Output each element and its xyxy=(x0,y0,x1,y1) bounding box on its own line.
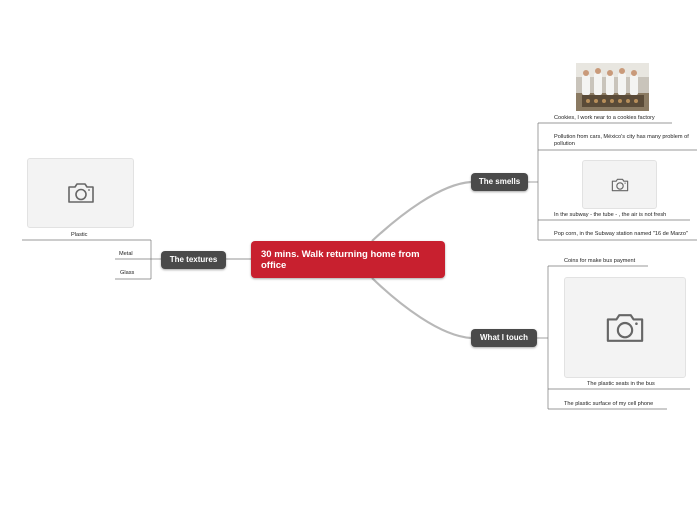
central-topic[interactable]: 30 mins. Walk returning home from office xyxy=(251,241,445,278)
subtopic-plastic[interactable]: Plastic xyxy=(71,232,87,239)
subtopic-coins[interactable]: Coins for make bus payment xyxy=(564,258,635,265)
camera-icon xyxy=(611,178,628,191)
cookies-factory-photo xyxy=(576,63,649,111)
branch-textures[interactable]: The textures xyxy=(161,251,226,269)
branch-smells-label: The smells xyxy=(478,177,521,186)
subtopic-pollution[interactable]: Pollution from cars, México's city has m… xyxy=(554,134,697,148)
subtopic-cookies[interactable]: Cookies, I work near to a cookies factor… xyxy=(554,115,655,122)
connector-touch xyxy=(371,277,472,340)
connector-smells xyxy=(371,180,472,242)
branch-textures-label: The textures xyxy=(169,255,218,264)
subway-image-placeholder xyxy=(582,160,657,209)
plastic-image-placeholder xyxy=(27,158,134,228)
factory-photo-image xyxy=(576,63,649,111)
subtopic-glass[interactable]: Glass xyxy=(120,270,134,277)
branch-smells[interactable]: The smells xyxy=(471,173,528,191)
subtopic-subway-air[interactable]: In the subway - the tube - , the air is … xyxy=(554,212,666,219)
branch-what-i-touch[interactable]: What I touch xyxy=(471,329,537,347)
textures-bracket xyxy=(22,239,161,280)
bus-seats-image-placeholder xyxy=(564,277,686,378)
camera-icon xyxy=(606,313,644,342)
camera-icon xyxy=(67,183,94,203)
subtopic-metal[interactable]: Metal xyxy=(119,251,133,258)
subtopic-cell-phone[interactable]: The plastic surface of my cell phone xyxy=(564,401,653,408)
branch-touch-label: What I touch xyxy=(480,333,528,342)
central-topic-title: 30 mins. Walk returning home from office xyxy=(261,249,420,271)
subtopic-plastic-seats[interactable]: The plastic seats in the bus xyxy=(587,381,655,388)
subtopic-pop-corn[interactable]: Pop corn, in the Subway station named "1… xyxy=(554,231,688,238)
